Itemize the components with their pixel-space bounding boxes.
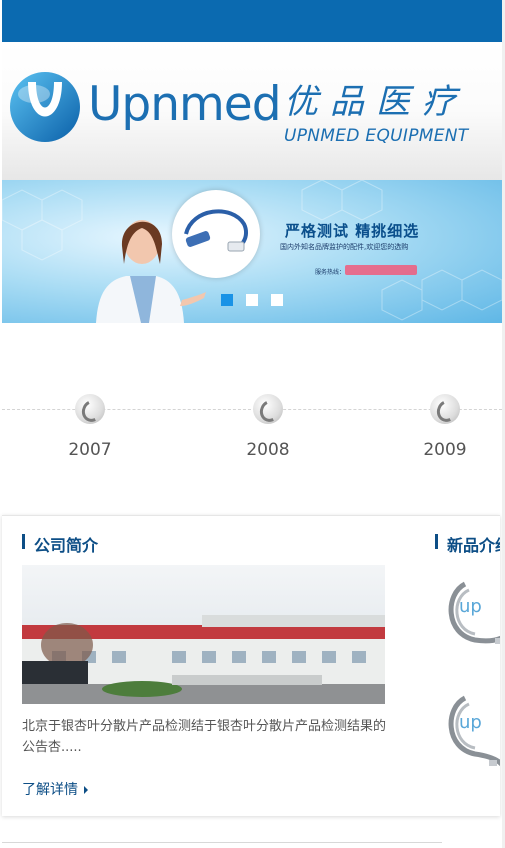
timeline-node-icon[interactable]	[253, 394, 283, 424]
logo-text-cn: 优品医疗	[284, 82, 468, 122]
history-timeline: 2007 2008 2009	[0, 323, 505, 508]
logo-text-en: Upnmed	[88, 77, 282, 132]
factory-image	[22, 615, 385, 704]
product-cable-image[interactable]: up	[445, 574, 500, 654]
hero-banner[interactable]: 严格测试 精挑细选 国内外知名品牌监护的配件,欢迎您的选购 服务热线：	[2, 180, 502, 323]
read-more-label: 了解详情	[22, 782, 78, 798]
logo-subtitle: UPNMED EQUIPMENT	[284, 126, 469, 146]
banner-phone-number	[345, 265, 417, 275]
new-products-title: 新品介绍	[447, 536, 500, 555]
about-description: 北京于银杏叶分散片产品检测结于银杏叶分散片产品检测结果的公告杏.....	[22, 719, 387, 755]
slider-dot-1[interactable]	[221, 294, 233, 306]
timeline-year[interactable]: 2009	[405, 440, 485, 460]
divider	[2, 842, 442, 843]
info-card: 公司简介 北京于银杏叶分散片产品检测结于银杏叶分散片产品检测结果的公告杏....…	[2, 515, 500, 816]
section-marker	[435, 534, 438, 549]
company-photo[interactable]	[22, 565, 385, 704]
slider-dot-2[interactable]	[246, 294, 258, 306]
read-more-link[interactable]: 了解详情	[22, 779, 88, 799]
timeline-node-icon[interactable]	[430, 394, 460, 424]
top-bar	[2, 0, 502, 42]
upnmed-logo-icon[interactable]	[8, 68, 82, 146]
timeline-year[interactable]: 2007	[50, 440, 130, 460]
timeline-year[interactable]: 2008	[228, 440, 308, 460]
svg-text:up: up	[459, 712, 482, 733]
timeline-node-icon[interactable]	[75, 394, 105, 424]
product-thumbnail[interactable]	[172, 190, 260, 278]
banner-hotline-label: 服务热线：	[315, 269, 346, 276]
banner-subtitle: 国内外知名品牌监护的配件,欢迎您的选购	[280, 243, 409, 251]
about-section-title: 公司简介	[34, 536, 99, 555]
arrow-right-icon	[84, 786, 88, 794]
section-marker	[22, 534, 25, 549]
slider-dot-3[interactable]	[271, 294, 283, 306]
svg-text:up: up	[459, 596, 482, 617]
site-header: Upnmed 优品医疗 UPNMED EQUIPMENT	[2, 42, 502, 180]
banner-title: 严格测试 精挑细选	[285, 222, 420, 240]
product-cable-image[interactable]: up	[445, 688, 500, 768]
